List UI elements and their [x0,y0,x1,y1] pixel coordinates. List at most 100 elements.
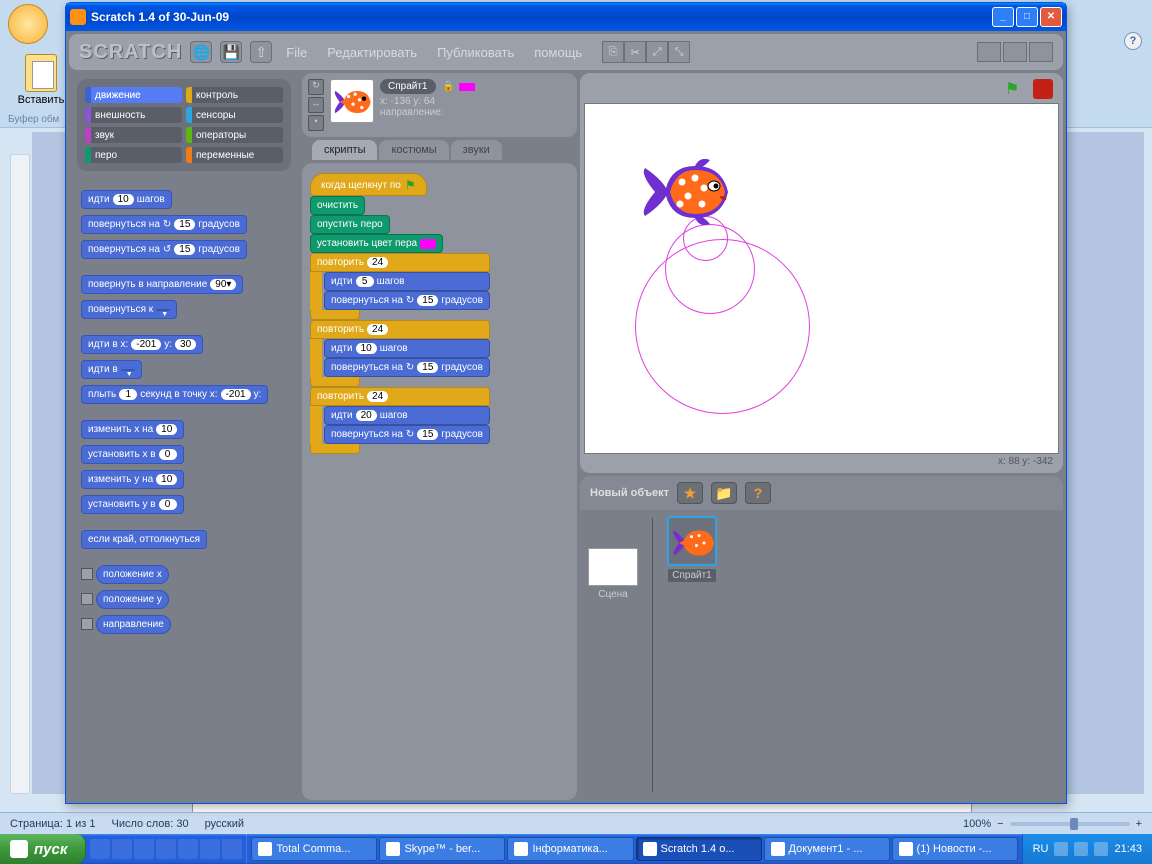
tray-icon[interactable] [1074,842,1088,856]
cat-pen[interactable]: перо [85,147,182,163]
checkbox[interactable] [81,568,93,580]
block-glide[interactable]: плыть1секунд в точку x:-201y: [81,385,268,404]
cat-control[interactable]: контроль [186,87,283,103]
paint-sprite-button[interactable]: ★ [677,482,703,504]
checkbox[interactable] [81,618,93,630]
cat-motion[interactable]: движение [85,87,182,103]
maximize-button[interactable]: □ [1016,7,1038,27]
word-zoom[interactable]: 100% − + [963,818,1142,830]
stamp-icon[interactable]: ⎘ [602,41,624,63]
checkbox[interactable] [81,593,93,605]
cat-looks[interactable]: внешность [85,107,182,123]
green-flag-button[interactable]: ⚑ [1005,79,1027,99]
task-item[interactable]: (1) Новости -... [892,837,1018,861]
titlebar[interactable]: Scratch 1.4 of 30-Jun-09 _ □ ✕ [66,3,1066,31]
block-change-y[interactable]: изменить y на10 [81,470,184,489]
block-set-x[interactable]: установить x в0 [81,445,184,464]
task-item[interactable]: Skype™ - ber... [379,837,505,861]
help-icon[interactable]: ? [1124,32,1142,50]
task-item[interactable]: Документ1 - ... [764,837,890,861]
menu-file[interactable]: File [280,41,313,64]
script-area[interactable]: когда щелкнут по⚑ очистить опустить перо… [302,163,577,800]
language-icon[interactable]: 🌐 [190,41,212,63]
cat-sensing[interactable]: сенсоры [186,107,283,123]
buffer-label: Буфер обм [8,114,59,125]
minimize-button[interactable]: _ [992,7,1014,27]
block-direction[interactable]: направление [96,615,171,634]
block-setcolor[interactable]: установить цвет пера [310,234,443,253]
view-small[interactable] [977,42,1001,62]
start-button[interactable]: пуск [0,834,86,864]
block-pendown[interactable]: опустить перо [310,215,390,234]
status-words: Число слов: 30 [112,818,189,830]
shrink-icon[interactable]: ⤡ [668,41,690,63]
tab-scripts[interactable]: скрипты [312,140,377,160]
menu-help[interactable]: помощь [528,41,588,64]
stage-item[interactable]: Сцена [588,548,638,792]
sprite-item-1[interactable]: Спрайт1 [667,516,717,792]
repeat-3[interactable]: повторить24 идти20шагов повернуться на↻1… [310,387,490,454]
block-turn-cw[interactable]: повернуться на↻15градусов [81,215,247,234]
ql-app3[interactable] [178,839,198,859]
block-xpos[interactable]: положение x [96,565,169,584]
stop-button[interactable] [1033,79,1053,99]
tab-sounds[interactable]: звуки [451,140,502,160]
view-normal[interactable] [1003,42,1027,62]
ql-ie[interactable] [112,839,132,859]
clock[interactable]: 21:43 [1114,843,1142,855]
sprite-thumbnail[interactable] [330,79,374,123]
cat-variables[interactable]: переменные [186,147,283,163]
block-set-y[interactable]: установить y в0 [81,495,184,514]
rotation-none[interactable]: • [308,115,324,131]
close-button[interactable]: ✕ [1040,7,1062,27]
ql-app1[interactable] [134,839,154,859]
ql-desktop[interactable] [90,839,110,859]
block-move[interactable]: идти10шагов [81,190,172,209]
ql-app5[interactable] [222,839,242,859]
palette-panel: движение контроль внешность сенсоры звук… [69,73,299,800]
tray-icon[interactable] [1094,842,1108,856]
sprite-on-stage[interactable] [640,152,740,232]
office-button[interactable] [8,4,48,44]
grow-icon[interactable]: ⤢ [646,41,668,63]
sprite-name[interactable]: Спрайт1 [380,79,436,94]
menu-share[interactable]: Публиковать [431,41,520,64]
view-presentation[interactable] [1029,42,1053,62]
block-bounce[interactable]: если край, оттолкнуться [81,530,207,549]
block-clear[interactable]: очистить [310,196,365,215]
hat-block[interactable]: когда щелкнут по⚑ [310,173,427,196]
cat-sound[interactable]: звук [85,127,182,143]
block-goto[interactable]: идти в [81,360,142,379]
lang-indicator[interactable]: RU [1033,843,1049,855]
repeat-1[interactable]: повторить24 идти5шагов повернуться на↻15… [310,253,490,320]
system-tray[interactable]: RU 21:43 [1022,834,1152,864]
rotation-360[interactable]: ↻ [308,79,324,95]
surprise-sprite-button[interactable]: ? [745,482,771,504]
task-item[interactable]: Total Comma... [251,837,377,861]
ql-app4[interactable] [200,839,220,859]
repeat-2[interactable]: повторить24 идти10шагов повернуться на↻1… [310,320,490,387]
task-item[interactable]: Інформатика... [507,837,633,861]
task-item-active[interactable]: Scratch 1.4 o... [636,837,762,861]
stage[interactable] [584,103,1059,454]
block-ypos[interactable]: положение y [96,590,169,609]
block-point-towards[interactable]: повернуться к [81,300,177,319]
block-change-x[interactable]: изменить x на10 [81,420,184,439]
save-icon[interactable]: 💾 [220,41,242,63]
choose-sprite-button[interactable]: 📁 [711,482,737,504]
cat-operators[interactable]: операторы [186,127,283,143]
cut-icon[interactable]: ✂ [624,41,646,63]
lock-icon[interactable]: 🔒 [442,81,454,92]
ql-app2[interactable] [156,839,176,859]
mouse-coords: x: 88 y: -342 [584,454,1059,469]
block-turn-ccw[interactable]: повернуться на↺15градусов [81,240,247,259]
rotation-flip[interactable]: ↔ [308,97,324,113]
share-icon[interactable]: ⇧ [250,41,272,63]
paste-icon[interactable] [25,54,57,92]
tray-icon[interactable] [1054,842,1068,856]
block-goto-xy[interactable]: идти в x:-201y:30 [81,335,203,354]
tab-costumes[interactable]: костюмы [379,140,448,160]
menu-edit[interactable]: Редактировать [321,41,423,64]
stage-panel: ⚑ [580,73,1063,800]
block-point[interactable]: повернуть в направление90▾ [81,275,243,294]
